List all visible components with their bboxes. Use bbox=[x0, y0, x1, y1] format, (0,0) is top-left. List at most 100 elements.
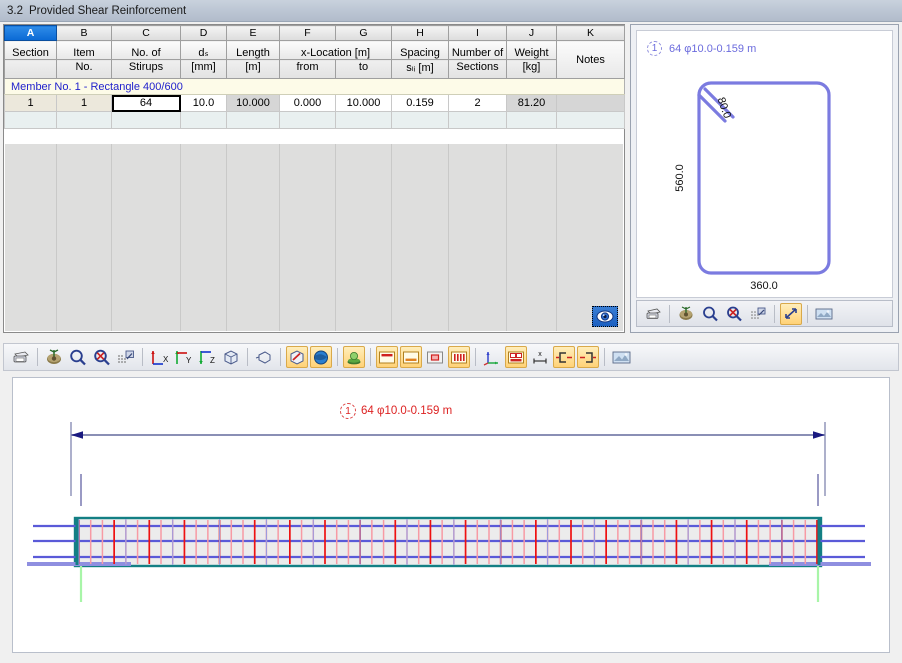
table-empty-area bbox=[5, 144, 623, 331]
grid-snap-icon[interactable] bbox=[747, 303, 769, 325]
header-line2-row: No. Stirups [mm] [m] from to sₗᵢ [m] Sec… bbox=[4, 59, 625, 79]
column-header-b[interactable]: B bbox=[56, 25, 112, 41]
empty-cell[interactable] bbox=[335, 111, 392, 129]
column-header-a[interactable]: A bbox=[4, 25, 57, 41]
corner-dimension-label: 80.0 bbox=[715, 96, 734, 120]
header-spacing-unit: sₗᵢ [m] bbox=[391, 59, 449, 79]
column-header-h[interactable]: H bbox=[391, 25, 449, 41]
eye-icon[interactable] bbox=[592, 306, 618, 327]
cell-spacing[interactable]: 0.159 bbox=[391, 94, 449, 112]
header-weight-unit: [kg] bbox=[506, 59, 557, 79]
render-icon[interactable] bbox=[675, 303, 697, 325]
print-icon[interactable] bbox=[642, 303, 664, 325]
toolbar-separator bbox=[337, 348, 338, 366]
results-table-panel: A B C D E F G H I J K Section Item No. o… bbox=[3, 24, 625, 333]
empty-cell[interactable] bbox=[4, 111, 57, 129]
zoom-in-icon[interactable] bbox=[699, 303, 721, 325]
application-window: 3.2 Provided Shear Reinforcement A B C D… bbox=[0, 0, 902, 663]
beam-elevation-canvas[interactable]: 1 64 φ10.0-0.159 m bbox=[12, 377, 890, 653]
column-letter-row: A B C D E F G H I J K bbox=[4, 25, 625, 41]
toolbar-separator bbox=[604, 348, 605, 366]
empty-cell[interactable] bbox=[279, 111, 336, 129]
cell-x-to[interactable]: 10.000 bbox=[335, 94, 392, 112]
header-weight: Weight bbox=[506, 40, 557, 60]
dimensions-icon[interactable] bbox=[780, 302, 802, 325]
header-sections: Sections bbox=[448, 59, 507, 79]
svg-text:x: x bbox=[538, 351, 542, 358]
globe-icon[interactable] bbox=[310, 346, 332, 368]
column-header-k[interactable]: K bbox=[556, 25, 625, 41]
cell-weight[interactable]: 81.20 bbox=[506, 94, 557, 112]
empty-cell[interactable] bbox=[556, 111, 625, 129]
empty-cell[interactable] bbox=[391, 111, 449, 129]
perspective-view-icon[interactable] bbox=[253, 346, 275, 368]
render-icon[interactable] bbox=[43, 346, 65, 368]
zoom-out-icon[interactable] bbox=[91, 346, 113, 368]
rebar-left-icon[interactable] bbox=[553, 346, 575, 368]
upper-region: A B C D E F G H I J K Section Item No. o… bbox=[0, 22, 902, 335]
header-ds: dₛ bbox=[180, 40, 227, 60]
grid-snap-icon[interactable] bbox=[115, 346, 137, 368]
width-dimension-label: 360.0 bbox=[750, 280, 778, 292]
show-dimensions-icon[interactable]: x bbox=[529, 346, 551, 368]
cell-no-of-stirrups[interactable]: 64 bbox=[111, 94, 181, 112]
column-header-d[interactable]: D bbox=[180, 25, 227, 41]
cell-notes[interactable] bbox=[556, 94, 625, 112]
rebar-right-icon[interactable] bbox=[577, 346, 599, 368]
render-solid-icon[interactable] bbox=[343, 346, 365, 368]
table-row[interactable]: 1 1 64 10.0 10.000 0.000 10.000 0.159 2 … bbox=[4, 94, 625, 112]
svg-text:X: X bbox=[163, 355, 169, 364]
toolbar-separator bbox=[247, 348, 248, 366]
header-stirrups: Stirups bbox=[111, 59, 181, 79]
main-rebar-callout: 1 64 φ10.0-0.159 m bbox=[340, 403, 452, 419]
column-header-e[interactable]: E bbox=[226, 25, 280, 41]
toolbar-separator bbox=[475, 348, 476, 366]
empty-cell[interactable] bbox=[506, 111, 557, 129]
column-header-c[interactable]: C bbox=[111, 25, 181, 41]
cell-x-from[interactable]: 0.000 bbox=[279, 94, 336, 112]
stirrup-outline bbox=[697, 81, 831, 275]
isometric-view-icon[interactable] bbox=[220, 346, 242, 368]
header-spacing: Spacing bbox=[391, 40, 449, 60]
header-length-unit: [m] bbox=[226, 59, 280, 79]
empty-cell[interactable] bbox=[111, 111, 181, 129]
empty-cell[interactable] bbox=[226, 111, 280, 129]
empty-cell[interactable] bbox=[448, 111, 507, 129]
page-title: Provided Shear Reinforcement bbox=[29, 4, 187, 17]
column-header-f[interactable]: F bbox=[279, 25, 336, 41]
view-y-icon[interactable]: Y bbox=[172, 346, 194, 368]
show-stirrups-icon[interactable] bbox=[448, 346, 470, 368]
edit-model-icon[interactable] bbox=[286, 346, 308, 368]
column-header-i[interactable]: I bbox=[448, 25, 507, 41]
show-numbering-icon[interactable] bbox=[505, 346, 527, 368]
cell-length[interactable]: 10.000 bbox=[226, 94, 280, 112]
cell-item-no[interactable]: 1 bbox=[56, 94, 112, 112]
table-row-empty[interactable] bbox=[4, 111, 625, 129]
empty-cell[interactable] bbox=[56, 111, 112, 129]
window-title-bar: 3.2 Provided Shear Reinforcement bbox=[0, 0, 902, 22]
zoom-out-icon[interactable] bbox=[723, 303, 745, 325]
print-preview-icon[interactable] bbox=[813, 303, 835, 325]
cell-number-of-sections[interactable]: 2 bbox=[448, 94, 507, 112]
zoom-in-icon[interactable] bbox=[67, 346, 89, 368]
toolbar-separator bbox=[37, 348, 38, 366]
view-z-icon[interactable]: Z bbox=[196, 346, 218, 368]
show-top-rebar-icon[interactable] bbox=[376, 346, 398, 368]
cell-ds[interactable]: 10.0 bbox=[180, 94, 227, 112]
header-x-to: to bbox=[335, 59, 392, 79]
toolbar-separator bbox=[774, 304, 775, 323]
cell-section[interactable]: 1 bbox=[4, 94, 57, 112]
svg-text:Y: Y bbox=[186, 356, 192, 365]
axis-system-icon[interactable] bbox=[481, 346, 503, 368]
section-number: 3.2 bbox=[7, 4, 23, 17]
column-header-j[interactable]: J bbox=[506, 25, 557, 41]
print-icon[interactable] bbox=[10, 346, 32, 368]
cross-section-canvas[interactable]: 1 64 φ10.0-0.159 m 80.0 560.0 360.0 bbox=[636, 30, 893, 298]
column-header-g[interactable]: G bbox=[335, 25, 392, 41]
show-bottom-rebar-icon[interactable] bbox=[400, 346, 422, 368]
print-preview-icon[interactable] bbox=[610, 346, 632, 368]
empty-cell[interactable] bbox=[180, 111, 227, 129]
cross-section-toolbar bbox=[636, 300, 893, 327]
show-section-icon[interactable] bbox=[424, 346, 446, 368]
view-x-icon[interactable]: X bbox=[148, 346, 170, 368]
